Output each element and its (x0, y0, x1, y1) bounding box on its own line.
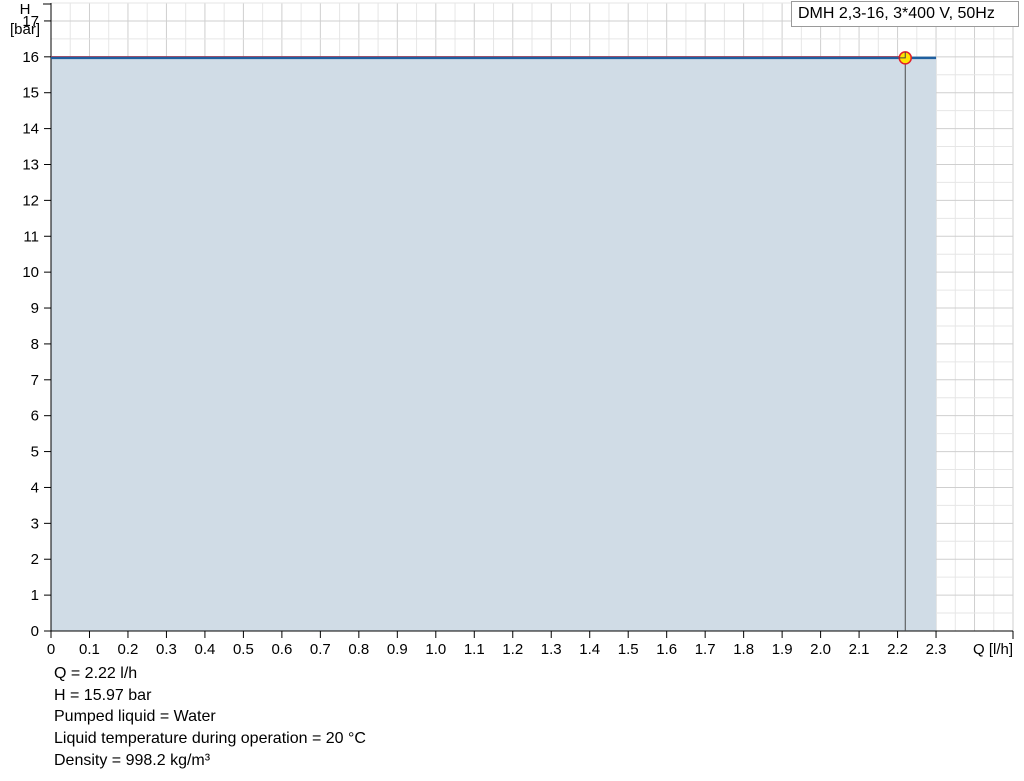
x-tick-label: 1.0 (425, 641, 446, 658)
performance-area (51, 57, 937, 631)
x-tick-label: 0.2 (118, 641, 139, 658)
x-tick-label: 0.3 (156, 641, 177, 658)
y-tick-label: 11 (23, 228, 39, 245)
info-liquid: Pumped liquid = Water (54, 708, 216, 726)
info-flow: Q = 2.22 l/h (54, 665, 138, 682)
info-head: H = 15.97 bar (54, 686, 152, 704)
x-tick-label: 0.7 (310, 641, 331, 658)
x-tick-label: 1.9 (772, 641, 793, 658)
y-tick-label: 4 (31, 479, 39, 496)
info-density: Density = 998.2 kg/m³ (54, 751, 211, 769)
y-tick-label: 13 (22, 156, 39, 173)
y-tick-label: 15 (22, 85, 39, 102)
x-tick-label: 1.6 (656, 641, 677, 658)
x-tick-label: 0.1 (79, 641, 100, 658)
x-tick-label: 2.1 (849, 641, 870, 658)
y-axis-title-line1: H (20, 1, 31, 18)
x-tick-label: 1.7 (695, 641, 716, 658)
legend: DMH 2,3-16, 3*400 V, 50Hz (791, 1, 1019, 27)
pump-curve-chart: 0 0.1 0.2 0.3 0.4 0.5 0.6 0.7 0.8 0.9 1.0 1.1 1.2 1.3… (10, 1, 1014, 658)
x-tick-label: 1.8 (733, 641, 754, 658)
info-temperature: Liquid temperature during operation = 20… (54, 730, 366, 748)
y-tick-label: 2 (31, 551, 39, 568)
x-tick-label: 0.6 (271, 641, 292, 658)
y-tick-label: 1 (31, 587, 39, 604)
operating-info: Q = 2.22 l/h H = 15.97 bar Pumped liquid… (54, 663, 366, 772)
x-tick-label: 0.4 (194, 641, 215, 658)
legend-series-label: DMH 2,3-16, 3*400 V, 50Hz (798, 5, 995, 22)
y-tick-label: 8 (31, 336, 39, 353)
y-tick-label: 9 (31, 300, 39, 317)
y-tick-label: 7 (31, 372, 39, 389)
x-tick-label: 0.9 (387, 641, 408, 658)
x-tick-label: 1.2 (502, 641, 523, 658)
x-tick-label: 2.2 (887, 641, 908, 658)
x-tick-label: 2.0 (810, 641, 831, 658)
x-tick-label: 0.5 (233, 641, 254, 658)
x-tick-label: 0.8 (348, 641, 369, 658)
y-tick-label: 14 (22, 121, 39, 138)
x-tick-label: 1.3 (541, 641, 562, 658)
x-tick-label: 2.3 (926, 641, 947, 658)
y-tick-label: 16 (22, 49, 39, 66)
y-tick-label: 5 (31, 444, 39, 461)
y-tick-label: 0 (31, 623, 39, 640)
y-tick-label: 12 (22, 192, 39, 209)
y-tick-label: 6 (31, 408, 39, 425)
y-tick-label: 3 (31, 515, 39, 532)
x-tick-label: 1.1 (464, 641, 485, 658)
x-tick-label: 0 (47, 641, 55, 658)
x-axis-title: Q [l/h] (973, 641, 1013, 658)
x-tick-label: 1.5 (618, 641, 639, 658)
y-tick-label: 10 (22, 264, 39, 281)
y-axis-title-line2: [bar] (10, 21, 40, 38)
x-tick-label: 1.4 (579, 641, 600, 658)
